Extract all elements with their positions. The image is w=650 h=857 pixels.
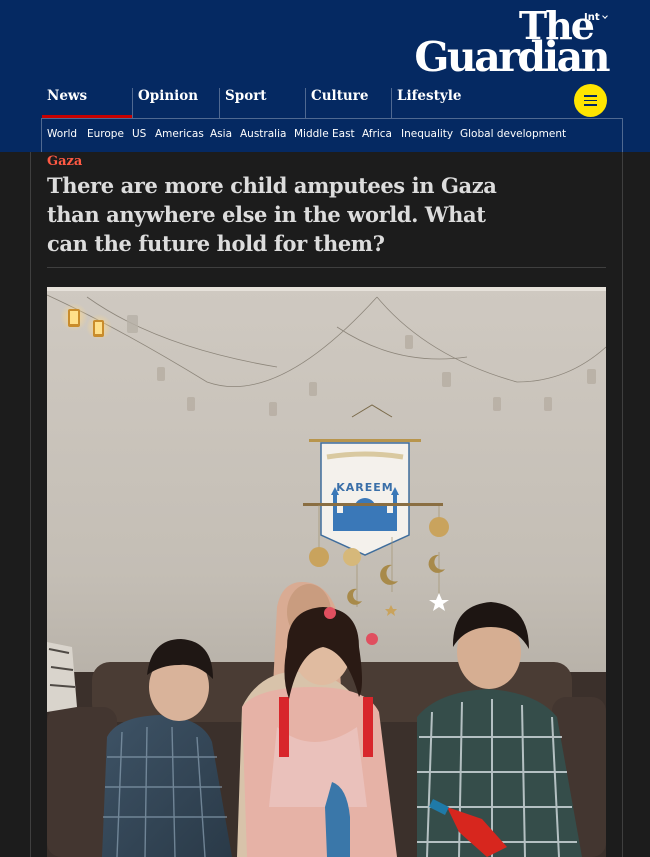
guardian-logo[interactable]: The Guardian (404, 4, 610, 81)
masthead: Int The Guardian News Opinion Sport Cult… (0, 0, 650, 152)
subnav-global-development[interactable]: Global development (460, 128, 566, 140)
subnav-us[interactable]: US (132, 128, 146, 140)
subnav-africa[interactable]: Africa (362, 128, 392, 140)
menu-button[interactable] (574, 84, 607, 117)
subnav-australia[interactable]: Australia (240, 128, 286, 140)
subnav-inequality[interactable]: Inequality (401, 128, 453, 140)
subnav-world[interactable]: World (47, 128, 77, 140)
subnav-americas[interactable]: Americas (155, 128, 204, 140)
headline-divider (47, 267, 606, 268)
left-gutter-line (30, 152, 31, 857)
photo-illustration: KAREEM (47, 287, 606, 857)
pillar-nav: News Opinion Sport Culture Lifestyle (0, 88, 560, 118)
article-headline: There are more child amputees in Gaza th… (47, 171, 567, 258)
right-gutter-line (622, 152, 623, 857)
pillar-news[interactable]: News (42, 88, 132, 118)
headline-line-1: There are more child amputees in Gaza (47, 173, 497, 198)
menu-icon (584, 95, 597, 97)
section-kicker[interactable]: Gaza (47, 154, 82, 169)
pillar-lifestyle[interactable]: Lifestyle (391, 88, 491, 118)
main-photo: KAREEM (47, 287, 606, 857)
sub-nav: World Europe US Americas Asia Australia … (41, 118, 623, 152)
subnav-europe[interactable]: Europe (87, 128, 124, 140)
logo-line-2: Guardian (414, 33, 610, 81)
pillar-opinion[interactable]: Opinion (132, 88, 219, 118)
pillar-culture[interactable]: Culture (305, 88, 391, 118)
subnav-middle-east[interactable]: Middle East (294, 128, 355, 140)
headline-line-3: can the future hold for them? (47, 231, 385, 256)
subnav-asia[interactable]: Asia (210, 128, 232, 140)
banner-text: KAREEM (336, 481, 393, 494)
pillar-sport[interactable]: Sport (219, 88, 305, 118)
headline-line-2: than anywhere else in the world. What (47, 202, 486, 227)
